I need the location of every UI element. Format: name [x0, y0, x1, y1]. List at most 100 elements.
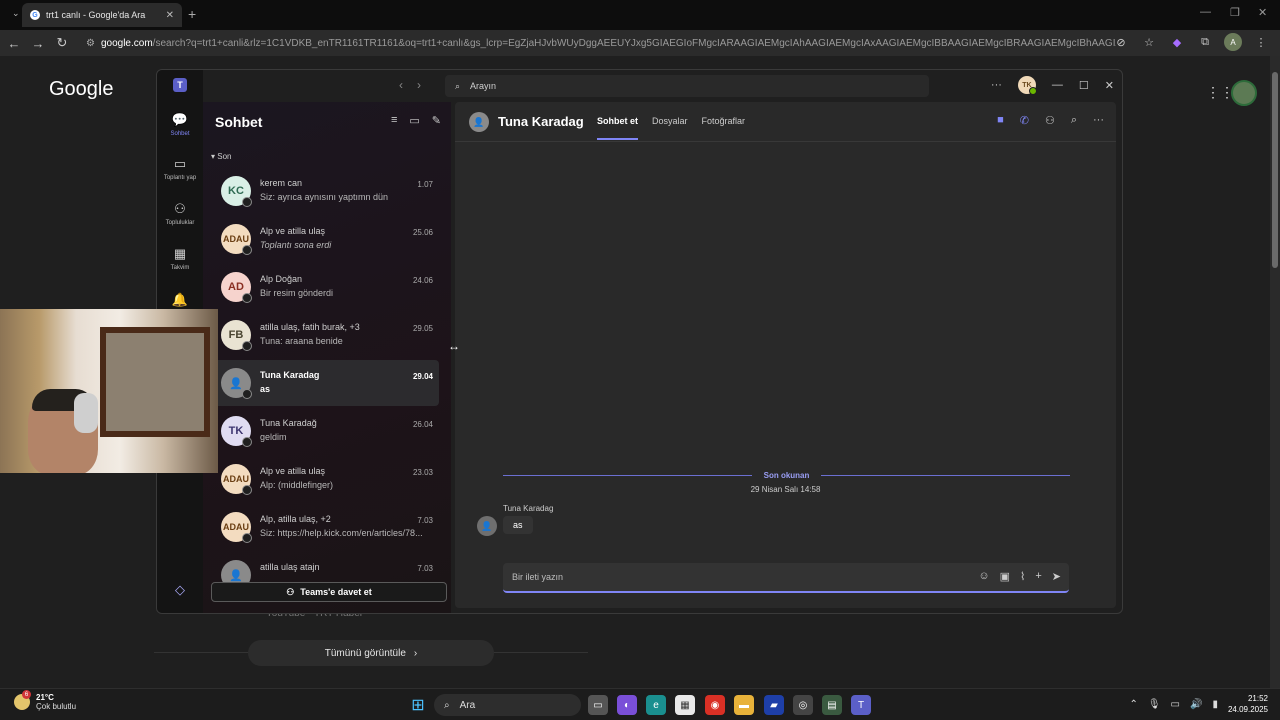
resize-handle-icon[interactable]: ↔: [448, 339, 460, 353]
chat-list-item[interactable]: 👤 Tuna Karadag as 29.04: [211, 360, 439, 406]
close-window-icon[interactable]: ✕: [1258, 6, 1267, 19]
google-logo[interactable]: Google: [49, 78, 114, 101]
windows-start-icon[interactable]: ⊞: [408, 695, 428, 715]
user-avatar[interactable]: TK: [1017, 76, 1037, 95]
bookmark-star-icon[interactable]: ☆: [1140, 33, 1158, 51]
address-bar[interactable]: ⚙ google.com/search?q=trt1+canli&rlz=1C1…: [86, 33, 1116, 53]
forward-arrow-icon[interactable]: ›: [417, 78, 421, 92]
webcam-overlay[interactable]: [0, 309, 218, 473]
attach-icon[interactable]: ⌇: [1020, 570, 1025, 583]
puzzle-icon[interactable]: ⧉: [1196, 33, 1214, 51]
reload-icon[interactable]: ↻: [50, 35, 74, 51]
tab-photos[interactable]: Fotoğraflar: [702, 116, 746, 126]
divider-line: [821, 474, 1070, 476]
chrome-icon[interactable]: ◉: [705, 695, 725, 715]
more-options-icon[interactable]: ···: [991, 79, 1002, 91]
rail-item-premium[interactable]: ◇: [157, 582, 203, 598]
invite-to-teams-button[interactable]: ⚇ Teams'e davet et: [211, 582, 447, 602]
temperature: 21°C: [36, 693, 54, 702]
restore-icon[interactable]: ❐: [1230, 6, 1240, 19]
minimize-icon[interactable]: —: [1052, 79, 1063, 91]
meet-now-icon[interactable]: ▭: [409, 114, 419, 127]
people-icon[interactable]: ⚇: [1045, 114, 1055, 127]
task-view-icon[interactable]: ▭: [588, 695, 608, 715]
app-icon[interactable]: ▰: [764, 695, 784, 715]
chat-name: Alp ve atilla ulaş: [260, 226, 326, 236]
chat-list-item[interactable]: ADAU Alp, atilla ulaş, +2 Siz: https://hel…: [211, 504, 439, 550]
rail-item-communities[interactable]: ⚇ Topluluklar: [157, 201, 203, 226]
file-explorer-icon[interactable]: ▬: [734, 695, 754, 715]
chat-list-item[interactable]: KC kerem can Siz: ayrıca aynısını yaptımn …: [211, 168, 439, 214]
tab-files[interactable]: Dosyalar: [652, 116, 688, 126]
message-bubble[interactable]: as: [503, 516, 533, 534]
eye-off-icon[interactable]: ⊘: [1112, 33, 1130, 51]
search-icon[interactable]: ⌕: [1071, 114, 1077, 127]
rail-item-meet[interactable]: ▭ Toplantı yap: [157, 156, 203, 181]
minimize-icon[interactable]: —: [1200, 6, 1211, 18]
browser-tab[interactable]: G trt1 canlı - Google'da Ara ✕: [22, 3, 182, 27]
display-icon[interactable]: ▭: [1171, 699, 1180, 710]
chat-avatar: ADAU: [221, 512, 252, 543]
tab-chat[interactable]: Sohbet et: [597, 116, 639, 140]
sender-avatar-icon[interactable]: 👤: [477, 516, 497, 536]
chevron-right-icon: ›: [413, 647, 418, 659]
microphone-icon[interactable]: 🎙: [1148, 699, 1161, 710]
topbar-right: ··· TK — ☐ ✕: [991, 76, 1122, 95]
copilot-icon[interactable]: ◐: [617, 695, 637, 715]
image-icon[interactable]: ▣: [1000, 570, 1010, 583]
tray-chevron-icon[interactable]: ⌃: [1129, 699, 1137, 710]
chat-date: 1.07: [417, 180, 433, 189]
scrollbar-thumb[interactable]: [1272, 72, 1278, 268]
emoji-icon[interactable]: ☺: [978, 570, 989, 583]
filter-icon[interactable]: ≡: [391, 114, 397, 127]
chat-list-item[interactable]: FB atilla ulaş, fatih burak, +3 Tuna: araa…: [211, 312, 439, 358]
edge-icon[interactable]: e: [646, 695, 666, 715]
section-header-recent[interactable]: ▾ Son: [211, 152, 231, 161]
compose-box[interactable]: Bir ileti yazın ☺ ▣ ⌇ + ➤: [503, 563, 1069, 593]
back-arrow-icon[interactable]: ‹: [399, 78, 403, 92]
chat-date: 29.05: [412, 324, 433, 333]
rail-item-calendar[interactable]: ▦ Takvim: [157, 246, 203, 271]
store-icon[interactable]: ▦: [675, 695, 695, 715]
clock[interactable]: 21:52 24.09.2025: [1228, 693, 1268, 715]
chat-list-item[interactable]: AD Alp Doğan Bir resim gönderdi 24.06: [211, 264, 439, 310]
chat-list-item[interactable]: TK Tuna Karadağ geldim 26.04: [211, 408, 439, 454]
profile-avatar[interactable]: A: [1224, 33, 1242, 51]
see-all-button[interactable]: Tümünü görüntüle ›: [248, 640, 494, 666]
add-icon[interactable]: +: [1035, 570, 1041, 583]
extension-icon[interactable]: ◆: [1168, 33, 1186, 51]
rail-item-chat[interactable]: 💬 Sohbet: [157, 112, 203, 137]
volume-icon[interactable]: 🔊: [1190, 699, 1202, 710]
new-tab-button[interactable]: +: [188, 6, 196, 22]
weather-widget[interactable]: 6 21°C Çok bulutlu: [14, 690, 76, 711]
steam-icon[interactable]: ◎: [793, 695, 813, 715]
chat-list-item[interactable]: ADAU Alp ve atilla ulaş Alp: (middlefinger…: [211, 456, 439, 502]
menu-dots-icon[interactable]: ⋮: [1252, 33, 1270, 51]
spreadsheet-icon[interactable]: ▤: [822, 695, 842, 715]
video-call-icon[interactable]: ■: [997, 114, 1004, 127]
back-icon[interactable]: ←: [2, 36, 26, 51]
forward-icon[interactable]: →: [26, 36, 50, 51]
chat-list-title: Sohbet: [215, 114, 263, 130]
chat-list-item[interactable]: ADAU Alp ve atilla ulaş Toplantı sona erdi…: [211, 216, 439, 262]
page-scrollbar[interactable]: [1270, 56, 1280, 688]
tab-search-icon[interactable]: ⌄: [12, 8, 20, 19]
teams-taskbar-icon[interactable]: T: [851, 695, 871, 715]
contact-name[interactable]: Tuna Karadag: [498, 114, 584, 129]
person-icon: 👤: [221, 368, 252, 399]
site-info-icon[interactable]: ⚙: [86, 38, 95, 49]
teams-topbar: ‹ › ⌕ Arayın ··· TK — ☐ ✕: [203, 70, 1122, 102]
more-options-icon[interactable]: ···: [1093, 114, 1104, 127]
new-chat-icon[interactable]: ✎: [432, 114, 441, 127]
teams-search-input[interactable]: ⌕ Arayın: [445, 75, 929, 97]
audio-call-icon[interactable]: ✆: [1020, 114, 1029, 127]
tab-close-icon[interactable]: ✕: [166, 10, 174, 21]
maximize-icon[interactable]: ☐: [1079, 79, 1089, 92]
close-icon[interactable]: ✕: [1105, 79, 1114, 92]
taskbar-search[interactable]: ⌕ Ara: [434, 694, 581, 716]
google-account-avatar[interactable]: [1231, 80, 1257, 106]
rail-item-activity[interactable]: 🔔: [157, 292, 203, 308]
send-icon[interactable]: ➤: [1052, 570, 1061, 583]
compose-placeholder: Bir ileti yazın: [512, 572, 564, 582]
battery-icon[interactable]: ▮: [1212, 699, 1218, 710]
